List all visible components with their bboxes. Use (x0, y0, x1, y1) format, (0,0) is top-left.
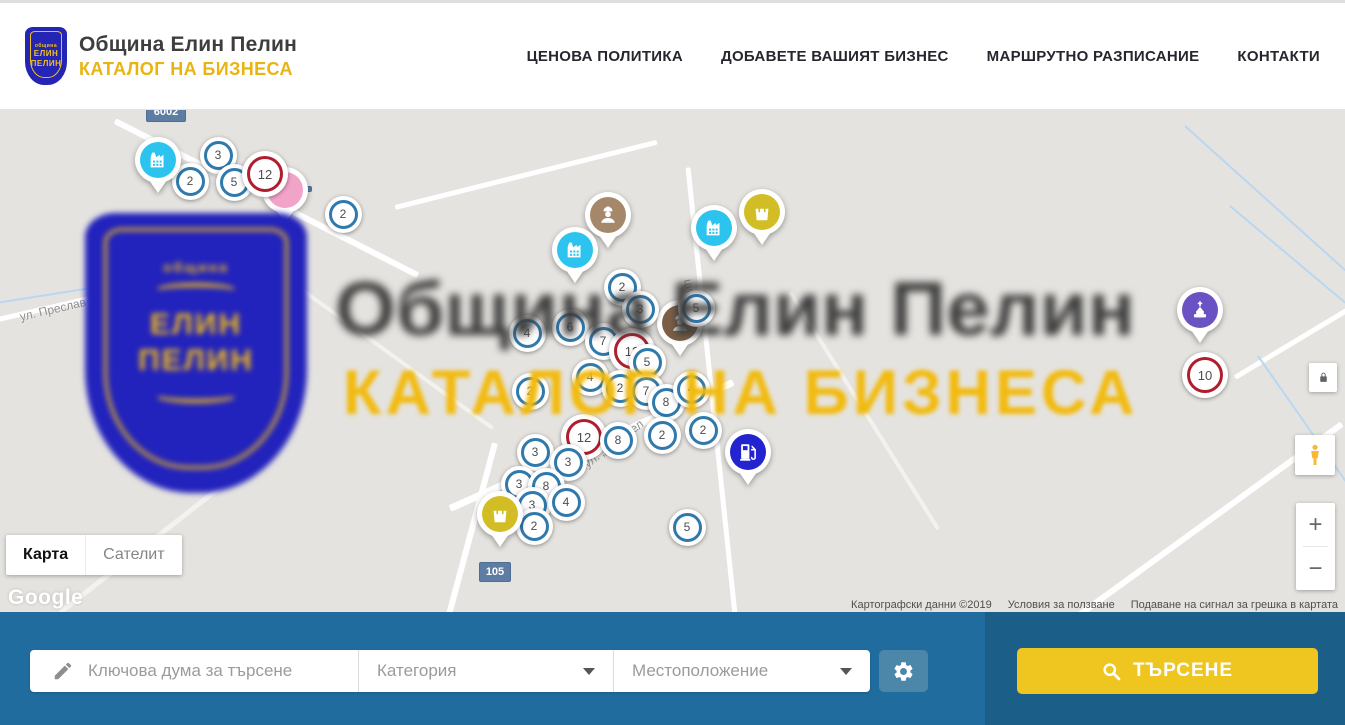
cluster-marker[interactable]: 8 (600, 422, 637, 459)
caret-down-icon (840, 668, 852, 675)
cluster-marker[interactable]: 2 (644, 417, 681, 454)
lock-icon (1317, 371, 1330, 384)
location-select[interactable]: Местоположение (613, 650, 870, 692)
attribution-report-error-link[interactable]: Подаване на сигнал за грешка в картата (1131, 599, 1338, 611)
watermark-crest-icon: община ЕЛИН ПЕЛИН (85, 213, 307, 493)
pencil-icon (52, 660, 74, 682)
map-type-satellite-button[interactable]: Сателит (85, 535, 181, 575)
shopping-pin[interactable] (739, 189, 785, 254)
cluster-marker[interactable]: 4 (673, 371, 710, 408)
street-label: ул. Преслав (18, 295, 87, 324)
map-attribution: Картографски данни ©2019 Условия за полз… (851, 599, 1338, 611)
church-pin[interactable] (1177, 287, 1223, 352)
cluster-marker[interactable]: 2 (685, 412, 722, 449)
nav-pricing-policy[interactable]: ЦЕНОВА ПОЛИТИКА (527, 48, 683, 65)
advanced-settings-button[interactable] (879, 650, 928, 692)
search-bar: Категория Местоположение ТЪРСЕНЕ (0, 612, 1345, 725)
search-icon (1102, 662, 1121, 681)
watermark-name-line1: ЕЛИН (150, 307, 242, 343)
factory-icon (557, 232, 593, 268)
site-subtitle: КАТАЛОГ НА БИЗНЕСА (79, 59, 297, 80)
search-fields: Категория Местоположение (30, 650, 870, 692)
map-road (788, 291, 940, 531)
lock-control-button[interactable] (1309, 363, 1337, 392)
gear-icon (892, 660, 915, 683)
map-canvas[interactable]: ул. Преславбул. „Новоселци“6002105325122… (0, 110, 1345, 612)
zoom-out-button[interactable]: − (1296, 547, 1335, 590)
map-road (58, 450, 266, 612)
brand-logo[interactable]: община ЕЛИН ПЕЛИН Община Елин Пелин КАТА… (25, 27, 297, 85)
zoom-control: + − (1296, 503, 1335, 590)
fuel-icon (730, 434, 766, 470)
church-icon (1182, 292, 1218, 328)
map-water-line (1229, 205, 1345, 309)
cluster-marker[interactable]: 3 (622, 291, 659, 328)
cluster-marker[interactable]: 5 (669, 509, 706, 546)
category-select[interactable]: Категория (358, 650, 613, 692)
watermark-subtitle: КАТАЛОГ НА БИЗНЕСА (343, 357, 1139, 429)
keyword-input[interactable] (88, 661, 338, 681)
map-type-map-button[interactable]: Карта (6, 535, 85, 575)
search-button-label: ТЪРСЕНЕ (1133, 660, 1233, 682)
map-road (249, 250, 494, 430)
header: община ЕЛИН ПЕЛИН Община Елин Пелин КАТА… (0, 0, 1345, 110)
attribution-copyright: Картографски данни ©2019 (851, 599, 992, 611)
industry-pin[interactable] (135, 137, 181, 202)
street-view-pegman-button[interactable] (1295, 435, 1335, 475)
cluster-marker[interactable]: 2 (325, 196, 362, 233)
attribution-terms-link[interactable]: Условия за ползване (1008, 599, 1115, 611)
cluster-marker[interactable]: 2 (512, 373, 549, 410)
caret-down-icon (583, 668, 595, 675)
location-placeholder: Местоположение (632, 661, 840, 681)
main-nav: ЦЕНОВА ПОЛИТИКА ДОБАВЕТЕ ВАШИЯТ БИЗНЕС М… (527, 48, 1320, 65)
road-shield-label: 6002 (146, 110, 186, 122)
watermark-org-label: община (163, 259, 229, 275)
map-type-control: Карта Сателит (6, 535, 182, 575)
map-water-line (1184, 125, 1345, 287)
cluster-marker[interactable]: 10 (1182, 352, 1228, 398)
shopping-pin[interactable] (477, 491, 523, 556)
factory-icon (696, 210, 732, 246)
cluster-marker[interactable]: 3 (517, 434, 554, 471)
page: община ЕЛИН ПЕЛИН Община Елин Пелин КАТА… (0, 0, 1345, 725)
search-submit-button[interactable]: ТЪРСЕНЕ (1017, 648, 1318, 694)
pegman-icon (1303, 443, 1327, 467)
nav-route-schedule[interactable]: МАРШРУТНО РАЗПИСАНИЕ (987, 48, 1200, 65)
cluster-marker[interactable]: 12 (242, 151, 288, 197)
keyword-field[interactable] (30, 650, 358, 692)
bag-icon (482, 496, 518, 532)
cluster-marker[interactable]: 5 (678, 290, 715, 327)
map-water-line (0, 272, 188, 305)
municipality-crest-icon: община ЕЛИН ПЕЛИН (25, 27, 67, 85)
cluster-marker[interactable]: 4 (548, 484, 585, 521)
zoom-in-button[interactable]: + (1296, 503, 1335, 546)
fuel-pin[interactable] (725, 429, 771, 494)
cluster-marker[interactable]: 6 (552, 309, 589, 346)
nav-contacts[interactable]: КОНТАКТИ (1237, 48, 1320, 65)
road-shield-label: 105 (479, 562, 511, 582)
factory-icon (140, 142, 176, 178)
nav-add-business[interactable]: ДОБАВЕТЕ ВАШИЯТ БИЗНЕС (721, 48, 949, 65)
category-placeholder: Категория (377, 661, 583, 681)
cluster-marker[interactable]: 4 (509, 315, 546, 352)
site-title: Община Елин Пелин (79, 33, 297, 57)
industry-pin[interactable] (691, 205, 737, 270)
industry-pin[interactable] (552, 227, 598, 292)
watermark-name-line2: ПЕЛИН (138, 343, 254, 379)
google-logo[interactable]: Google (8, 586, 83, 610)
watermark-title: Община Елин Пелин (335, 266, 1135, 353)
bag-icon (744, 194, 780, 230)
